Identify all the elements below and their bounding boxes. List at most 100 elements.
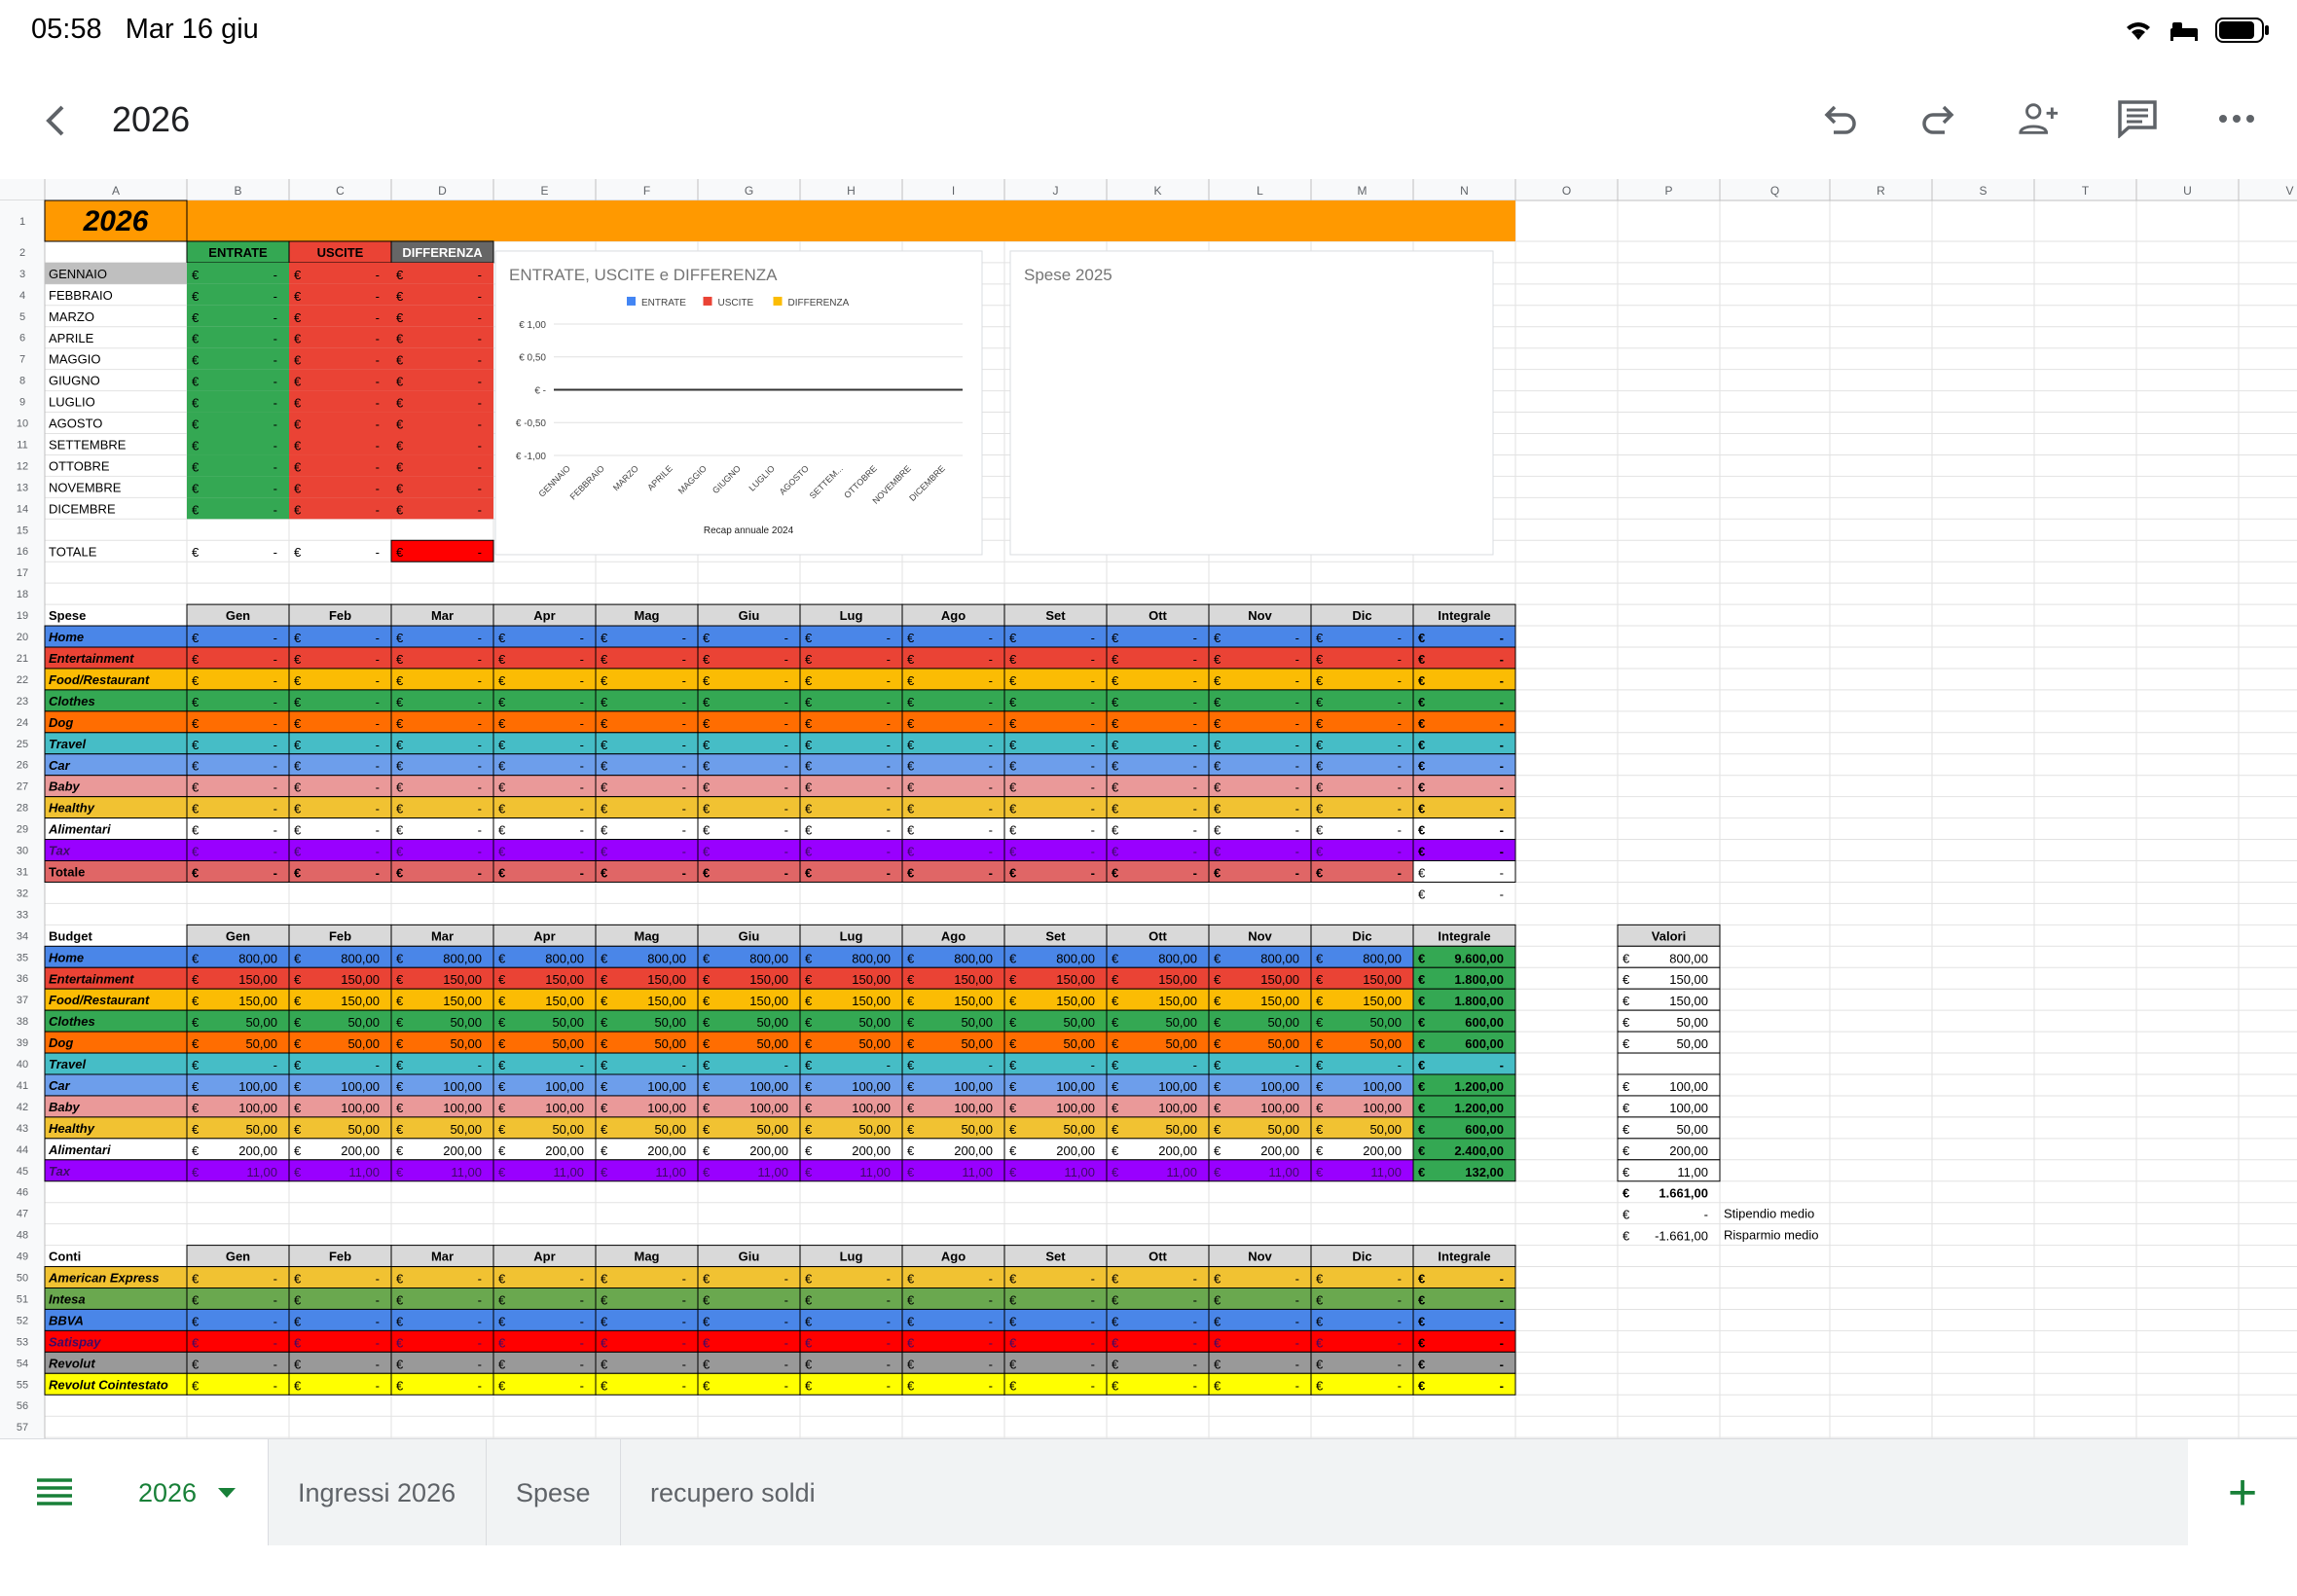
row-number: 21 [17, 653, 28, 665]
currency-symbol: € [1112, 631, 1119, 645]
budget-header-label: Apr [533, 928, 555, 943]
cell-value: - [478, 1378, 482, 1393]
cell-value: - [478, 438, 482, 453]
cell-value: 2.400,00 [1454, 1143, 1504, 1158]
row-number: 22 [17, 674, 28, 686]
tab-ingressi-2026[interactable]: Ingressi 2026 [269, 1439, 487, 1546]
currency-symbol: € [1009, 802, 1017, 816]
currency-symbol: € [907, 780, 915, 795]
title-bar-cell[interactable] [698, 200, 800, 241]
document-title[interactable]: 2026 [112, 99, 190, 140]
risparmio-label: Risparmio medio [1724, 1228, 1819, 1243]
title-bar-cell[interactable] [289, 200, 391, 241]
pie-chart-frame[interactable] [1009, 250, 1494, 556]
title-bar-cell[interactable] [902, 200, 1004, 241]
currency-symbol: € [294, 545, 302, 560]
more-options-button[interactable] [2215, 97, 2258, 140]
title-bar-cell[interactable] [391, 200, 493, 241]
currency-symbol: € [1009, 738, 1017, 752]
title-bar-cell[interactable] [493, 200, 596, 241]
cell-value: 50,00 [245, 1036, 277, 1051]
cell-value: - [1500, 1272, 1504, 1287]
budget-title: Budget [49, 928, 92, 943]
column-header-label: C [336, 184, 345, 198]
currency-symbol: € [396, 673, 404, 688]
cell-value: 150,00 [1669, 972, 1708, 987]
currency-symbol: € [1316, 716, 1324, 731]
conti-header-label: Mar [431, 1250, 454, 1264]
legend-label: USCITE [718, 298, 754, 308]
legend-swatch [627, 296, 636, 306]
currency-symbol: € [294, 1122, 302, 1137]
currency-symbol: € [907, 652, 915, 667]
cell-value: - [273, 695, 277, 709]
comments-button[interactable] [2116, 97, 2159, 140]
currency-symbol: € [805, 1378, 813, 1393]
cell-value: - [580, 1058, 584, 1072]
currency-symbol: € [1112, 1357, 1119, 1371]
tab-spese[interactable]: Spese [487, 1439, 621, 1546]
cell-value: 50,00 [858, 1015, 891, 1030]
cell-value: - [376, 845, 380, 859]
cell-value: - [273, 1357, 277, 1371]
currency-symbol: € [1214, 972, 1221, 987]
currency-symbol: € [907, 1272, 915, 1287]
valori-cell[interactable] [1617, 1052, 1721, 1075]
tab-recupero-soldi[interactable]: recupero soldi [621, 1439, 849, 1546]
cell-value: - [1091, 845, 1095, 859]
cell-value: - [580, 1314, 584, 1328]
title-bar-cell[interactable] [596, 200, 698, 241]
title-bar-cell[interactable] [1107, 200, 1209, 241]
currency-symbol: € [601, 802, 608, 816]
redo-button[interactable] [1917, 97, 1960, 140]
title-bar-cell[interactable] [800, 200, 902, 241]
row-number: 26 [17, 760, 28, 772]
status-icons [2124, 18, 2270, 43]
currency-symbol: € [703, 1101, 711, 1115]
line-chart-frame[interactable] [494, 250, 983, 556]
title-bar-cell[interactable] [1413, 200, 1515, 241]
currency-symbol: € [1214, 780, 1221, 795]
title-bar-cell[interactable] [1311, 200, 1413, 241]
cell-value: 50,00 [1063, 1036, 1095, 1051]
currency-symbol: € [907, 695, 915, 709]
conti-header-label: Apr [533, 1250, 555, 1264]
cell-value: - [376, 1292, 380, 1307]
row-number: 11 [17, 439, 27, 451]
currency-symbol: € [192, 1165, 200, 1179]
currency-symbol: € [294, 459, 302, 474]
cell-value: - [784, 673, 788, 688]
add-sheet-button[interactable]: + [2188, 1439, 2297, 1546]
currency-symbol: € [805, 951, 813, 965]
cell-value: 1.800,00 [1454, 994, 1504, 1008]
tab-2026[interactable]: 2026 [109, 1439, 269, 1546]
back-button[interactable] [37, 99, 76, 142]
title-bar-cell[interactable] [1004, 200, 1107, 241]
undo-button[interactable] [1818, 97, 1861, 140]
currency-symbol: € [907, 1143, 915, 1158]
chart-ytick: € 0,50 [519, 353, 546, 364]
cell-value: 150,00 [1363, 994, 1402, 1008]
currency-symbol: € [294, 845, 302, 859]
cell-value: - [1091, 1058, 1095, 1072]
cell-value: - [1091, 1357, 1095, 1371]
cell-value: 150,00 [443, 972, 482, 987]
currency-symbol: € [601, 845, 608, 859]
share-button[interactable] [2017, 97, 2060, 140]
currency-symbol: € [396, 1079, 404, 1094]
sheets-menu-button[interactable] [0, 1439, 109, 1546]
cell-value: 50,00 [450, 1036, 482, 1051]
currency-symbol: € [1009, 823, 1017, 838]
title-bar-cell[interactable] [1209, 200, 1311, 241]
cell-value: 200,00 [852, 1143, 891, 1158]
spreadsheet-grid[interactable]: A B C D E F G H I J K L M N O P Q R S T U V 1 2 3 4 5 6 7 8 9 10 11 12 13 1… [0, 179, 2297, 1438]
cell-value: - [1295, 823, 1299, 838]
cell-value: - [376, 780, 380, 795]
title-bar-cell[interactable] [187, 200, 289, 241]
cell-value: - [273, 502, 277, 517]
cell-value: 50,00 [961, 1015, 993, 1030]
grid-canvas[interactable]: A B C D E F G H I J K L M N O P Q R S T U V123456789101112131… [0, 179, 2297, 1438]
cell-value: - [989, 865, 993, 880]
cell-value: - [1193, 695, 1197, 709]
currency-symbol: € [192, 396, 200, 411]
